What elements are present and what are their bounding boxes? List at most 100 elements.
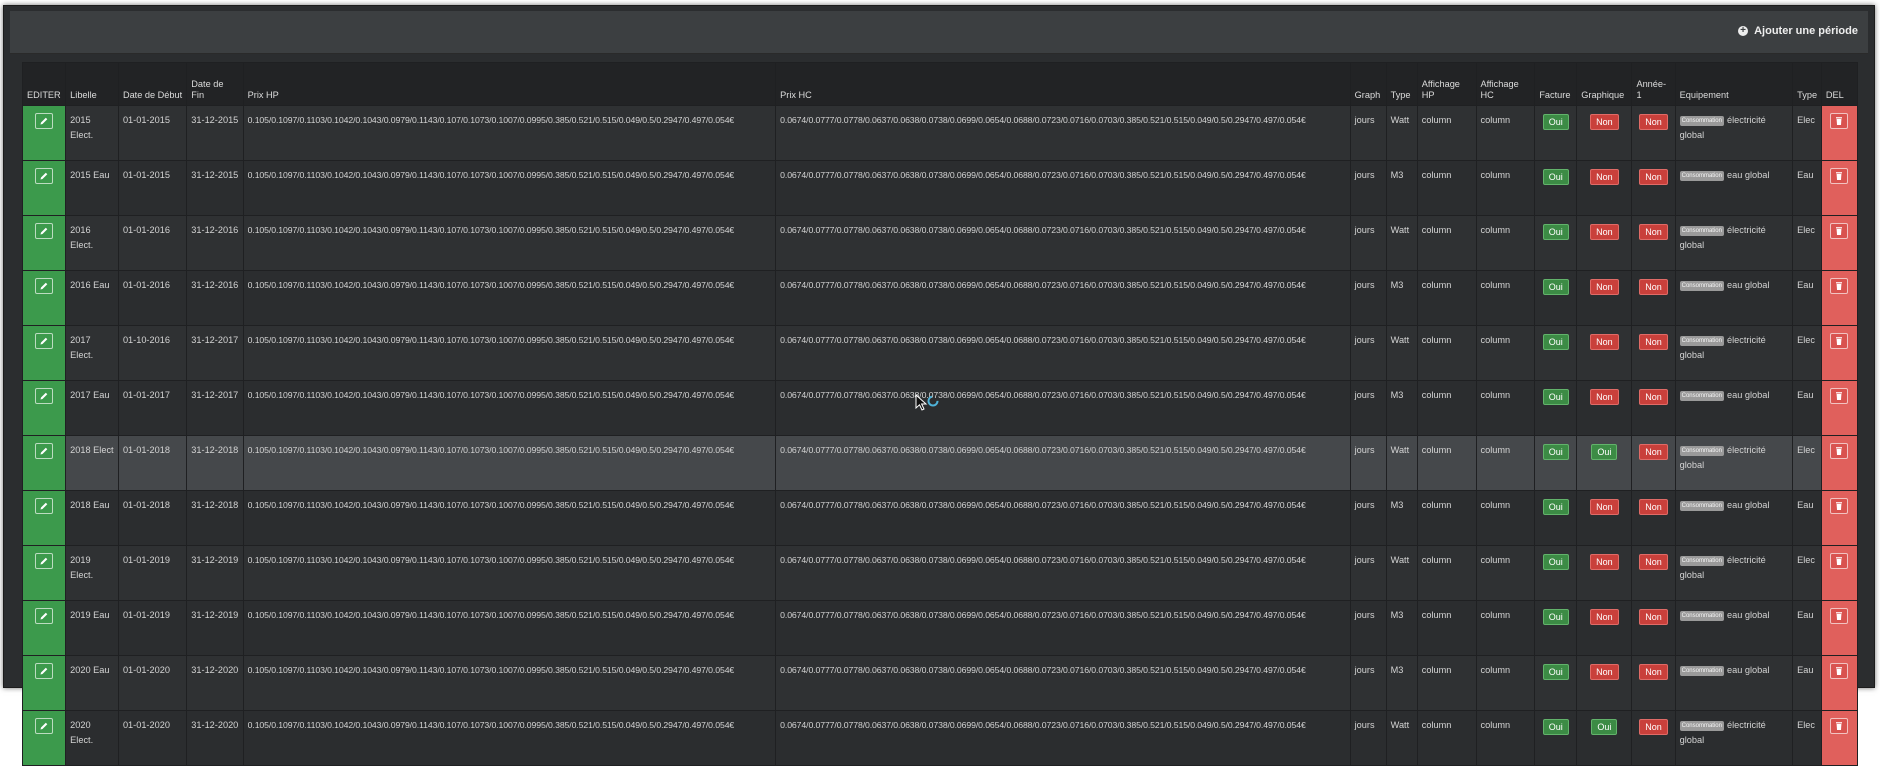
periods-panel: + Ajouter une période EDITER Libelle Dat… (3, 5, 1875, 766)
facture-toggle-button[interactable]: Oui (1542, 609, 1569, 625)
equipement-label: eau global (1726, 390, 1770, 400)
facture-toggle-button[interactable]: Oui (1542, 554, 1569, 570)
delete-button[interactable] (1830, 113, 1849, 129)
facture-toggle-button[interactable]: Oui (1542, 719, 1569, 735)
annee-toggle-button[interactable]: Non (1639, 334, 1668, 350)
annee-toggle-button[interactable]: Non (1639, 114, 1668, 130)
annee-toggle-button[interactable]: Non (1639, 444, 1668, 460)
graph-cell: jours (1349, 655, 1387, 711)
affichage-hc-cell: column (1475, 655, 1536, 711)
graphique-toggle-button[interactable]: Non (1590, 499, 1619, 515)
facture-toggle-button[interactable]: Oui (1542, 664, 1569, 680)
table-row[interactable]: 2020 Elect. 01-01-2020 31-12-2020 0.105/0.1… (21, 710, 1859, 766)
graphique-toggle-button[interactable]: Oui (1591, 444, 1618, 460)
delete-button[interactable] (1830, 443, 1849, 459)
table-row[interactable]: 2018 Eau 01-01-2018 31-12-2018 0.105/0.1097… (21, 490, 1859, 546)
type2-cell: Eau (1792, 655, 1822, 711)
facture-cell: Oui (1534, 655, 1578, 711)
edit-button[interactable] (35, 388, 54, 404)
facture-toggle-button[interactable]: Oui (1542, 114, 1569, 130)
annee-toggle-button[interactable]: Non (1639, 499, 1668, 515)
edit-button[interactable] (35, 223, 54, 239)
delete-button[interactable] (1830, 168, 1849, 184)
edit-button[interactable] (35, 553, 54, 569)
delete-button[interactable] (1830, 498, 1849, 514)
annee-toggle-button[interactable]: Non (1639, 609, 1668, 625)
delete-cell (1820, 105, 1859, 161)
col-header-prix-hp: Prix HP (242, 62, 777, 106)
edit-button[interactable] (35, 278, 54, 294)
edit-button[interactable] (35, 333, 54, 349)
delete-cell (1820, 435, 1859, 491)
graphique-toggle-button[interactable]: Non (1590, 554, 1619, 570)
facture-toggle-button[interactable]: Oui (1542, 334, 1569, 350)
annee-toggle-button[interactable]: Non (1639, 554, 1668, 570)
consommation-badge: Consommation (1679, 226, 1724, 236)
table-row[interactable]: 2016 Elect. 01-01-2016 31-12-2016 0.105/0.1… (21, 215, 1859, 271)
edit-button[interactable] (35, 498, 54, 514)
table-row[interactable]: 2015 Elect. 01-01-2015 31-12-2015 0.105/0.1… (21, 105, 1859, 161)
edit-button[interactable] (35, 718, 54, 734)
table-row[interactable]: 2015 Eau 01-01-2015 31-12-2015 0.105/0.1097… (21, 160, 1859, 216)
annee-toggle-button[interactable]: Non (1639, 389, 1668, 405)
equipement-cell: Consommation électricité global (1674, 325, 1794, 381)
consommation-badge: Consommation (1679, 501, 1724, 511)
annee-toggle-button[interactable]: Non (1639, 169, 1668, 185)
graphique-toggle-button[interactable]: Non (1590, 664, 1619, 680)
annee-toggle-button[interactable]: Non (1639, 279, 1668, 295)
facture-toggle-button[interactable]: Oui (1542, 499, 1569, 515)
delete-button[interactable] (1830, 663, 1849, 679)
delete-button[interactable] (1830, 608, 1849, 624)
annee-toggle-button[interactable]: Non (1639, 719, 1668, 735)
annee-toggle-button[interactable]: Non (1639, 664, 1668, 680)
prix-hp-cell: 0.105/0.1097/0.1103/0.1042/0.1043/0.0979… (242, 270, 777, 326)
facture-toggle-button[interactable]: Oui (1542, 279, 1569, 295)
table-row[interactable]: 2016 Eau 01-01-2016 31-12-2016 0.105/0.1097… (21, 270, 1859, 326)
delete-button[interactable] (1830, 388, 1849, 404)
graphique-cell: Non (1576, 490, 1633, 546)
delete-button[interactable] (1830, 333, 1849, 349)
graphique-toggle-button[interactable]: Oui (1591, 719, 1618, 735)
facture-cell: Oui (1534, 325, 1578, 381)
table-row[interactable]: 2020 Eau 01-01-2020 31-12-2020 0.105/0.1097… (21, 655, 1859, 711)
date-debut-cell: 01-01-2019 (117, 600, 188, 656)
graph-cell: jours (1349, 490, 1387, 546)
type2-cell: Elec (1792, 105, 1822, 161)
edit-button[interactable] (35, 663, 54, 679)
delete-cell (1820, 600, 1859, 656)
delete-button[interactable] (1830, 718, 1849, 734)
graphique-toggle-button[interactable]: Non (1590, 114, 1619, 130)
facture-toggle-button[interactable]: Oui (1542, 169, 1569, 185)
annee-toggle-button[interactable]: Non (1639, 224, 1668, 240)
table-row[interactable]: 2019 Eau 01-01-2019 31-12-2019 0.105/0.1097… (21, 600, 1859, 656)
delete-button[interactable] (1830, 278, 1849, 294)
graphique-toggle-button[interactable]: Non (1590, 224, 1619, 240)
facture-toggle-button[interactable]: Oui (1542, 224, 1569, 240)
facture-toggle-button[interactable]: Oui (1542, 389, 1569, 405)
graphique-toggle-button[interactable]: Non (1590, 609, 1619, 625)
graphique-toggle-button[interactable]: Non (1590, 169, 1619, 185)
table-row[interactable]: 2017 Eau 01-01-2017 31-12-2017 0.105/0.1097… (21, 380, 1859, 436)
table-row[interactable]: 2018 Elect 01-01-2018 31-12-2018 0.105/0.10… (21, 435, 1859, 491)
prix-hc-cell: 0.0674/0.0777/0.0778/0.0637/0.0638/0.073… (775, 325, 1351, 381)
graphique-toggle-button[interactable]: Non (1590, 334, 1619, 350)
table-row[interactable]: 2019 Elect. 01-01-2019 31-12-2019 0.105/0.1… (21, 545, 1859, 601)
facture-toggle-button[interactable]: Oui (1542, 444, 1569, 460)
date-fin-cell: 31-12-2020 (186, 655, 244, 711)
edit-button[interactable] (35, 608, 54, 624)
add-period-button[interactable]: + Ajouter une période (1738, 25, 1858, 37)
facture-cell: Oui (1534, 215, 1578, 271)
delete-button[interactable] (1830, 553, 1849, 569)
graph-cell: jours (1349, 160, 1387, 216)
date-fin-cell: 31-12-2017 (186, 325, 244, 381)
edit-button[interactable] (35, 113, 54, 129)
prix-hc-cell: 0.0674/0.0777/0.0778/0.0637/0.0638/0.073… (775, 270, 1351, 326)
delete-button[interactable] (1830, 223, 1849, 239)
edit-button[interactable] (35, 443, 54, 459)
edit-button[interactable] (35, 168, 54, 184)
table-row[interactable]: 2017 Elect. 01-10-2016 31-12-2017 0.105/0.1… (21, 325, 1859, 381)
type2-cell: Elec (1792, 215, 1822, 271)
type-cell: M3 (1385, 270, 1418, 326)
graphique-toggle-button[interactable]: Non (1590, 389, 1619, 405)
graphique-toggle-button[interactable]: Non (1590, 279, 1619, 295)
